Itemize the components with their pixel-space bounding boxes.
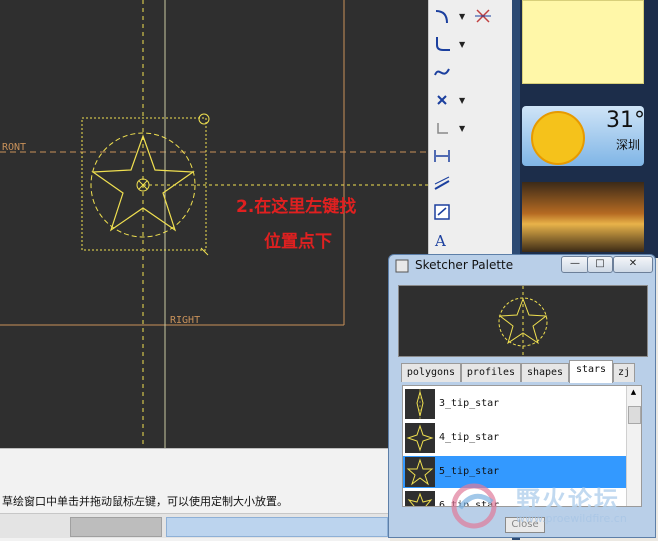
minimize-button[interactable]: —	[561, 256, 589, 273]
watermark-logo	[451, 483, 497, 529]
list-item-label: 4_tip_star	[439, 432, 500, 443]
star-preview-graphic	[498, 286, 548, 356]
status-message: 草绘窗口中单击并拖动鼠标左键，可以使用定制大小放置。	[2, 495, 288, 508]
dialog-title: Sketcher Palette	[415, 258, 514, 272]
star-thumbnail-icon	[405, 457, 435, 487]
scroll-thumb[interactable]	[628, 406, 641, 424]
maximize-button[interactable]: □	[587, 256, 613, 273]
datum-label-right: RIGHT	[170, 315, 201, 326]
star-thumbnail-icon	[405, 389, 435, 419]
scroll-up-icon[interactable]: ▲	[628, 388, 639, 398]
dialog-titlebar[interactable]: Sketcher Palette — □ ✕	[389, 255, 655, 277]
sketch-graphics	[0, 0, 428, 448]
palette-app-icon	[395, 259, 409, 273]
tab-polygons[interactable]: polygons	[401, 363, 461, 382]
watermark-url: www.proewildfire.cn	[516, 512, 627, 525]
point-dropdown-icon[interactable]: ▼	[459, 97, 467, 105]
message-area: 草绘窗口中单击并拖动鼠标左键，可以使用定制大小放置。	[0, 448, 390, 541]
dimension-icon[interactable]	[432, 146, 452, 166]
list-item[interactable]: 3_tip_star	[403, 388, 627, 420]
datum-label-front: RONT	[2, 142, 27, 153]
star-thumbnail-icon	[405, 491, 435, 506]
text-icon[interactable]: A	[432, 230, 452, 250]
weather-gadget[interactable]: 31° 深圳	[522, 106, 645, 166]
star-shape	[91, 134, 195, 232]
scale-handle	[200, 247, 209, 256]
tab-zj[interactable]: zj	[613, 363, 635, 382]
annotation-line-1: 2.在这里左键找	[236, 197, 357, 217]
fillet-dropdown-icon[interactable]: ▼	[459, 41, 467, 49]
sketch-canvas[interactable]: RONT RIGHT 2.在这里左键找 位置点下	[0, 0, 428, 448]
fillet-icon[interactable]	[432, 34, 452, 54]
point-icon[interactable]	[432, 90, 452, 110]
weather-temperature: 31°	[606, 108, 645, 133]
coordinate-system-icon[interactable]	[432, 118, 452, 138]
coordinate-dropdown-icon[interactable]: ▼	[459, 125, 467, 133]
spline-icon[interactable]	[432, 62, 452, 82]
shape-preview	[398, 285, 648, 357]
rotate-handle	[198, 113, 210, 125]
trim-icon[interactable]	[473, 6, 493, 26]
modify-icon[interactable]	[432, 174, 452, 194]
status-field	[70, 517, 162, 537]
annotation-line-2: 位置点下	[264, 232, 332, 252]
tab-shapes[interactable]: shapes	[521, 363, 569, 382]
tab-profiles[interactable]: profiles	[461, 363, 521, 382]
status-bar	[0, 513, 390, 538]
arc-icon[interactable]	[432, 6, 452, 26]
svg-text:A: A	[434, 232, 446, 249]
list-item-label: 5_tip_star	[439, 466, 500, 477]
list-item-label: 3_tip_star	[439, 398, 500, 409]
watermark-text: 野火论坛	[516, 486, 620, 514]
close-window-button[interactable]: ✕	[613, 256, 653, 273]
forum-watermark: 野火论坛 www.proewildfire.cn	[448, 478, 658, 540]
filter-field[interactable]	[166, 517, 388, 537]
arc-dropdown-icon[interactable]: ▼	[459, 13, 467, 21]
tab-stars[interactable]: stars	[569, 360, 613, 383]
list-item[interactable]: 4_tip_star	[403, 422, 627, 454]
star-thumbnail-icon	[405, 423, 435, 453]
weather-city: 深圳	[616, 138, 641, 152]
edit-icon[interactable]	[432, 202, 452, 222]
sketch-toolbar: ▼ ▼ ▼ ▼ A	[428, 0, 513, 255]
slideshow-gadget[interactable]	[522, 182, 644, 252]
sticky-note-gadget[interactable]	[522, 0, 644, 84]
